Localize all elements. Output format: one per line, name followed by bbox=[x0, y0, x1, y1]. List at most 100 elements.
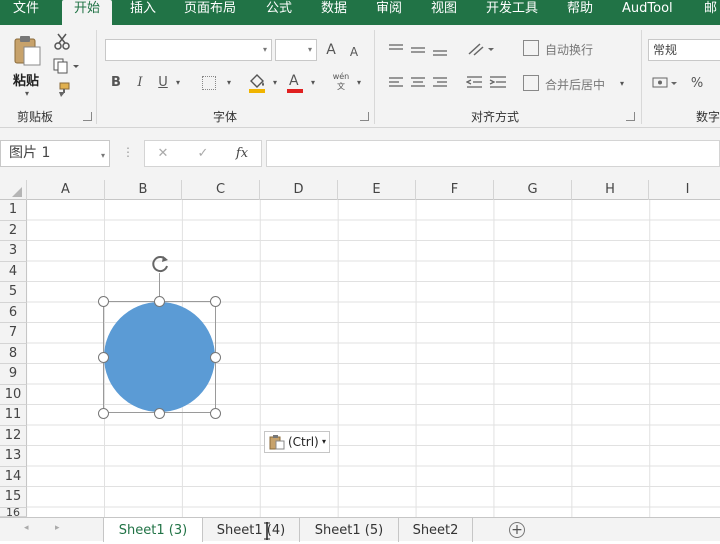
wrap-text-icon[interactable] bbox=[523, 40, 539, 56]
column-header[interactable]: F bbox=[416, 180, 494, 200]
resize-handle[interactable] bbox=[210, 408, 221, 419]
sheet-tab[interactable]: Sheet1 (5) bbox=[300, 518, 399, 542]
tab-developer[interactable]: 开发工具 bbox=[486, 0, 538, 25]
alignment-launcher-icon[interactable] bbox=[626, 112, 635, 121]
copy-icon[interactable] bbox=[53, 58, 79, 74]
row-header[interactable]: 7 bbox=[0, 323, 27, 344]
column-header[interactable]: C bbox=[182, 180, 260, 200]
paste-icon[interactable] bbox=[12, 35, 42, 67]
row-header[interactable]: 8 bbox=[0, 343, 27, 364]
row-header[interactable]: 5 bbox=[0, 282, 27, 303]
oval-shape[interactable] bbox=[104, 302, 215, 412]
tab-page-layout[interactable]: 页面布局 bbox=[184, 0, 236, 25]
indent-icons[interactable] bbox=[465, 75, 508, 91]
borders-icon[interactable] bbox=[202, 76, 216, 90]
row-header[interactable]: 3 bbox=[0, 241, 27, 262]
column-header[interactable]: B bbox=[105, 180, 182, 200]
resize-handle[interactable] bbox=[98, 352, 109, 363]
row-header[interactable]: 4 bbox=[0, 261, 27, 282]
sheet-tab[interactable]: Sheet2 bbox=[399, 518, 473, 542]
currency-format-icon[interactable] bbox=[652, 75, 680, 91]
resize-handle[interactable] bbox=[154, 408, 165, 419]
row-header[interactable]: 2 bbox=[0, 220, 27, 241]
group-label-clipboard: 剪贴板 bbox=[17, 110, 54, 124]
row-header[interactable]: 6 bbox=[0, 302, 27, 323]
clipboard-launcher-icon[interactable] bbox=[83, 112, 92, 121]
cut-icon[interactable] bbox=[53, 33, 71, 51]
chevron-down-icon[interactable]: ▾ bbox=[270, 75, 280, 91]
tab-formulas[interactable]: 公式 bbox=[266, 0, 292, 25]
column-header[interactable]: D bbox=[260, 180, 338, 200]
horizontal-align-icons[interactable] bbox=[388, 75, 450, 91]
formula-buttons: ✕ ✓ fx bbox=[144, 140, 262, 167]
row-header[interactable]: 16 bbox=[0, 507, 27, 517]
name-box[interactable]: 图片 1 ▾ bbox=[0, 140, 110, 167]
resize-handle[interactable] bbox=[210, 352, 221, 363]
formula-input[interactable] bbox=[266, 140, 720, 167]
tab-mail[interactable]: 邮 bbox=[704, 0, 717, 25]
chevron-down-icon[interactable]: ▾ bbox=[224, 75, 234, 91]
chevron-down-icon[interactable]: ▾ bbox=[308, 75, 318, 91]
fill-color-icon[interactable] bbox=[248, 72, 266, 94]
tab-audtool[interactable]: AudTool bbox=[622, 0, 673, 25]
resize-handle[interactable] bbox=[98, 296, 109, 307]
chevron-down-icon[interactable]: ▾ bbox=[617, 76, 627, 92]
column-header[interactable]: A bbox=[27, 180, 105, 200]
column-header[interactable]: G bbox=[494, 180, 572, 200]
row-header[interactable]: 1 bbox=[0, 200, 27, 221]
rotate-handle-icon[interactable] bbox=[149, 253, 171, 275]
sheet-tab[interactable]: Sheet1 (4) bbox=[203, 518, 300, 542]
underline-button[interactable]: U bbox=[156, 75, 170, 91]
select-all-button[interactable] bbox=[0, 180, 27, 200]
row-header[interactable]: 14 bbox=[0, 466, 27, 487]
orientation-icon[interactable] bbox=[466, 40, 496, 58]
font-name-combo[interactable]: ▾ bbox=[105, 39, 272, 61]
ribbon-separator bbox=[641, 30, 642, 124]
merge-center-icon[interactable] bbox=[523, 75, 539, 91]
percent-style-button[interactable]: % bbox=[690, 76, 704, 92]
tab-view[interactable]: 视图 bbox=[431, 0, 457, 25]
italic-button[interactable]: I bbox=[133, 75, 147, 91]
tab-insert[interactable]: 插入 bbox=[130, 0, 156, 25]
grow-font-icon[interactable]: A bbox=[323, 42, 339, 58]
shrink-font-icon[interactable]: A bbox=[347, 44, 361, 60]
format-painter-icon[interactable] bbox=[54, 82, 70, 98]
cancel-icon[interactable]: ✕ bbox=[155, 146, 171, 162]
resize-handle[interactable] bbox=[98, 408, 109, 419]
number-format-combo[interactable]: 常规 bbox=[648, 39, 720, 61]
row-header[interactable]: 11 bbox=[0, 405, 27, 426]
font-launcher-icon[interactable] bbox=[360, 112, 369, 121]
bold-button[interactable]: B bbox=[109, 75, 123, 91]
vertical-align-icons[interactable] bbox=[387, 42, 451, 56]
tab-help[interactable]: 帮助 bbox=[567, 0, 593, 25]
column-header[interactable]: I bbox=[649, 180, 720, 200]
add-sheet-button[interactable]: + bbox=[509, 522, 525, 538]
row-header[interactable]: 9 bbox=[0, 364, 27, 385]
paste-dropdown-icon[interactable]: ▾ bbox=[22, 86, 32, 102]
scroll-left-icon[interactable]: ◂ bbox=[24, 523, 29, 533]
font-color-icon[interactable]: A bbox=[287, 72, 303, 94]
chevron-down-icon[interactable]: ▾ bbox=[354, 75, 364, 91]
paste-options-button[interactable]: (Ctrl) ▾ bbox=[264, 431, 330, 453]
resize-handle[interactable] bbox=[154, 296, 165, 307]
scroll-right-icon[interactable]: ▸ bbox=[55, 523, 60, 533]
chevron-down-icon[interactable]: ▾ bbox=[173, 75, 183, 91]
tab-review[interactable]: 审阅 bbox=[376, 0, 402, 25]
column-header[interactable]: H bbox=[572, 180, 649, 200]
tab-home[interactable]: 开始 bbox=[62, 0, 113, 25]
insert-function-icon[interactable]: fx bbox=[233, 146, 251, 162]
column-header[interactable]: E bbox=[338, 180, 416, 200]
wrap-text-button[interactable]: 自动换行 bbox=[545, 41, 593, 58]
row-header[interactable]: 10 bbox=[0, 384, 27, 405]
enter-icon[interactable]: ✓ bbox=[195, 146, 211, 162]
tab-data[interactable]: 数据 bbox=[321, 0, 347, 25]
row-header[interactable]: 13 bbox=[0, 446, 27, 467]
phonetic-guide-icon[interactable]: wén 文 bbox=[330, 72, 352, 92]
row-header[interactable]: 15 bbox=[0, 487, 27, 508]
tab-file[interactable]: 文件 bbox=[13, 0, 39, 25]
row-header[interactable]: 12 bbox=[0, 425, 27, 446]
font-size-combo[interactable]: ▾ bbox=[275, 39, 317, 61]
merge-center-button[interactable]: 合并后居中 bbox=[545, 76, 605, 93]
resize-handle[interactable] bbox=[210, 296, 221, 307]
sheet-tab[interactable]: Sheet1 (3) bbox=[103, 518, 203, 542]
